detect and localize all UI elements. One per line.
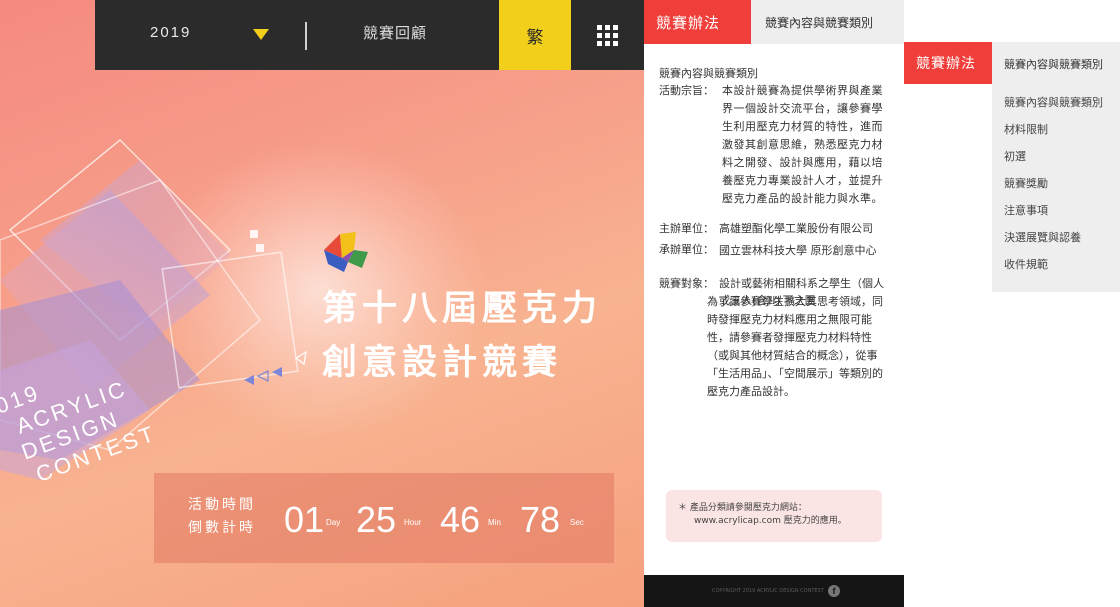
countdown-box: 活動時間 倒數計時 01 Day 25 Hour 46 Min 78 Sec	[154, 473, 614, 563]
hero-title-line1: 第十八屆壓克力	[322, 289, 603, 329]
purpose-row: 活動宗旨： 本設計競賽為提供學術界與產業界一個設計交流平台，讓參賽學生利用壓克力…	[659, 82, 889, 208]
note-line-2[interactable]: www.acrylicap.com 壓克力的應用。	[678, 515, 872, 528]
contest-art: 2019 ACRYLIC DESIGN CONTEST	[0, 138, 307, 487]
menu-list: 競賽內容與競賽類別 材料限制 初選 競賽獎勵 注意事項 決選展覽與認養 收件規範	[1004, 94, 1103, 283]
target-description: 為了讓參賽學生擴大其思考領域，同時發揮壓克力材料應用之無限可能性，請參賽者發揮壓…	[707, 295, 883, 398]
menu-tab-rules[interactable]: 競賽辦法	[904, 42, 992, 84]
menu-item-final-exhibition[interactable]: 決選展覽與認養	[1004, 229, 1103, 256]
mobile-tabs: 競賽辦法 競賽內容與競賽類別	[644, 0, 904, 44]
menu-item-material-limits[interactable]: 材料限制	[1004, 121, 1103, 148]
product-note: ＊ 產品分類請參閱壓克力網站： www.acrylicap.com 壓克力的應用…	[666, 490, 882, 542]
footer-copyright: COPYRIGHT 2019 ACRYLIC DESIGN CONTEST	[712, 588, 824, 594]
tab-content-categories[interactable]: 競賽內容與競賽類別	[751, 0, 904, 44]
organizer-text: 高雄塑酯化學工業股份有限公司	[719, 222, 873, 235]
countdown-label-1: 活動時間	[188, 497, 256, 513]
countdown-minutes: 46	[440, 499, 481, 540]
countdown-seconds: 78	[520, 499, 561, 540]
coorganizer-text: 國立雲林科技大學 原形創意中心	[719, 244, 877, 257]
year-selector-label[interactable]: 2019	[150, 24, 191, 41]
note-line-1: ＊ 產品分類請參閱壓克力網站：	[678, 503, 807, 513]
language-toggle-button[interactable]: 繁	[499, 0, 571, 70]
organizer-label: 主辦單位：	[659, 222, 714, 235]
top-bar: 2019 競賽回顧 繁	[95, 0, 644, 70]
mobile-rules-panel: 競賽辦法 競賽內容與競賽類別 競賽內容與競賽類別 活動宗旨： 本設計競賽為提供學…	[644, 0, 904, 607]
topbar-divider	[305, 22, 307, 50]
facebook-icon[interactable]: f	[828, 585, 840, 597]
caret-down-icon[interactable]	[253, 29, 269, 40]
tab-rules[interactable]: 競賽辦法	[644, 0, 751, 44]
countdown-label-2: 倒數計時	[188, 520, 256, 536]
menu-item-preliminary[interactable]: 初選	[1004, 148, 1103, 175]
menu-item-content-categories[interactable]: 競賽內容與競賽類別	[1004, 94, 1103, 121]
countdown-hours-unit: Hour	[404, 518, 422, 527]
nav-review-link[interactable]: 競賽回顧	[363, 22, 427, 43]
menu-item-notes[interactable]: 注意事項	[1004, 202, 1103, 229]
coorganizer-row: 承辦單位： 國立雲林科技大學 原形創意中心	[659, 241, 889, 261]
purpose-label: 活動宗旨：	[659, 84, 714, 97]
purpose-text: 本設計競賽為提供學術界與產業界一個設計交流平台，讓參賽學生利用壓克力材質的特性，…	[722, 84, 883, 205]
menu-item-awards[interactable]: 競賽獎勵	[1004, 175, 1103, 202]
section-title: 競賽內容與競賽類別	[659, 67, 758, 80]
menu-grid-button[interactable]	[571, 0, 644, 70]
hero-panel: 2019 ACRYLIC DESIGN CONTEST 2019 競賽回顧 繁 …	[0, 0, 644, 607]
rules-menu-panel: 競賽內容與競賽類別 競賽內容與競賽類別 材料限制 初選 競賽獎勵 注意事項 決選…	[992, 42, 1120, 292]
grid-icon	[597, 24, 618, 46]
countdown-seconds-unit: Sec	[570, 518, 584, 527]
coorganizer-label: 承辦單位：	[659, 243, 714, 256]
menu-item-submission-rules[interactable]: 收件規範	[1004, 256, 1103, 283]
countdown-days-unit: Day	[326, 518, 341, 527]
organizer-row: 主辦單位： 高雄塑酯化學工業股份有限公司	[659, 220, 889, 237]
menu-header[interactable]: 競賽內容與競賽類別	[1004, 56, 1103, 72]
mobile-footer: COPYRIGHT 2019 ACRYLIC DESIGN CONTEST f	[644, 575, 904, 607]
hero-title-line2: 創意設計競賽	[322, 343, 563, 383]
countdown-hours: 25	[356, 499, 397, 540]
contest-logo	[324, 232, 368, 272]
countdown-minutes-unit: Min	[488, 518, 501, 527]
rules-body: 競賽內容與競賽類別 活動宗旨： 本設計競賽為提供學術界與產業界一個設計交流平台，…	[659, 65, 889, 401]
countdown-days: 01	[284, 499, 325, 540]
